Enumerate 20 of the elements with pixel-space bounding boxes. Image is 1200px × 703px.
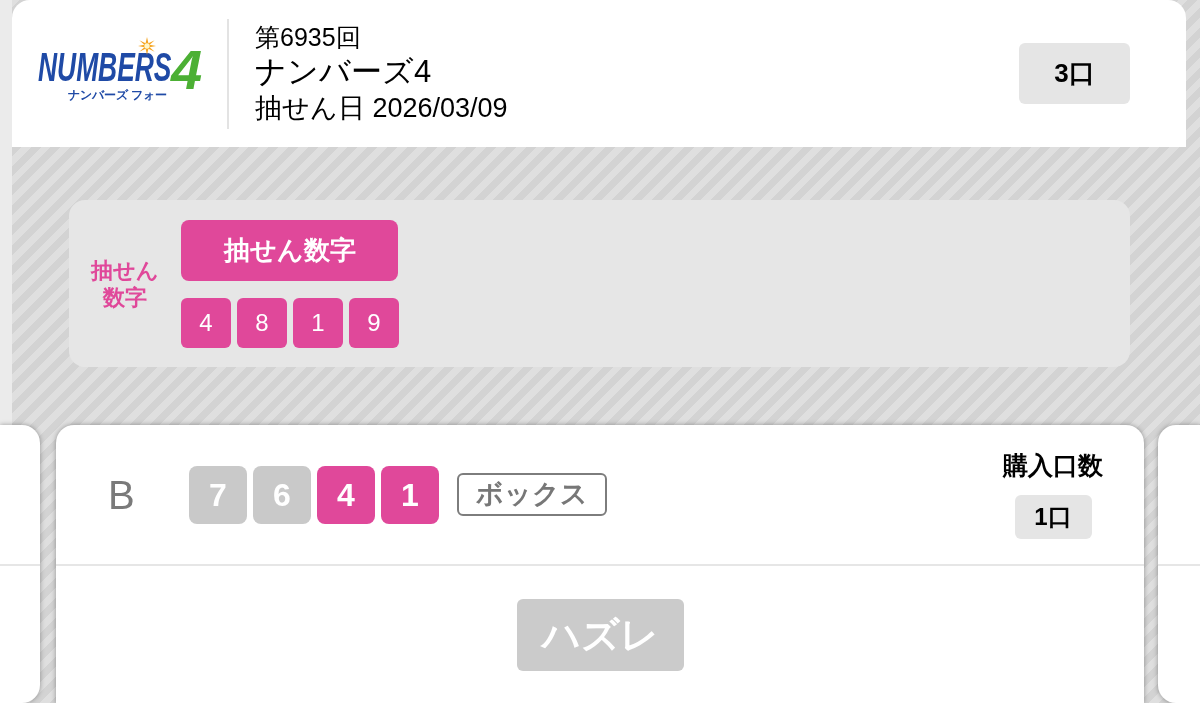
logo-digit: 4 <box>171 45 203 95</box>
quantity-badge: 1口 <box>1014 495 1092 539</box>
game-name: ナンバーズ4 <box>255 52 433 91</box>
winning-digit: 9 <box>349 297 399 348</box>
logo-wordmark: NUMBERS <box>38 47 172 87</box>
winning-digit: 8 <box>237 297 287 348</box>
play-type-tag: ボックス <box>457 473 607 516</box>
entry-label: B <box>108 472 136 517</box>
ticket-count-badge: 3口 <box>1019 43 1130 104</box>
winning-digit: 4 <box>181 297 231 348</box>
draw-date: 抽せん日 2026/03/09 <box>255 91 508 125</box>
winning-numbers-title: 抽せん数字 <box>181 219 398 281</box>
winning-digit: 1 <box>293 297 343 348</box>
sparkle-icon <box>138 37 156 55</box>
entry-digit: 4 <box>317 465 375 524</box>
logo-reading: ナンバーズ フォー <box>68 88 168 102</box>
winning-numbers-side-label: 抽せん数字 <box>89 256 160 311</box>
quantity-label: 購入口数 <box>1003 450 1103 480</box>
round-number: 第6935回 <box>255 21 362 53</box>
entry-digit: 1 <box>381 465 439 524</box>
